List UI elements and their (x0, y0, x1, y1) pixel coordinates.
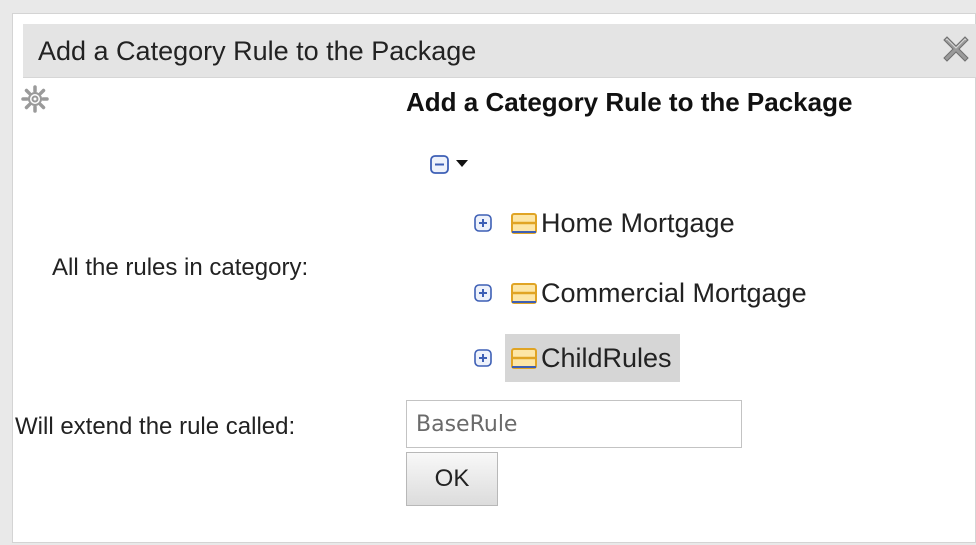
category-label: All the rules in category: (52, 254, 309, 281)
folder-icon (511, 348, 537, 369)
tree-item-label: Commercial Mortgage (541, 277, 807, 308)
dialog-heading: Add a Category Rule to the Package (406, 87, 853, 117)
ok-button[interactable]: OK (406, 452, 498, 506)
tree-root[interactable] (419, 150, 479, 180)
tree-item-label: Home Mortgage (541, 207, 735, 238)
folder-icon (511, 213, 537, 234)
caret-down-icon (456, 160, 468, 167)
tree-item-label: ChildRules (541, 342, 672, 373)
close-icon[interactable] (939, 32, 973, 66)
tree-item-home-mortgage[interactable]: Home Mortgage (473, 200, 743, 246)
gear-icon (20, 84, 50, 114)
dialog-title: Add a Category Rule to the Package (38, 36, 477, 66)
tree-item-childrules[interactable]: ChildRules (473, 334, 680, 382)
extend-rule-label: Will extend the rule called: (15, 413, 296, 440)
expand-icon[interactable] (473, 348, 493, 368)
expand-icon[interactable] (473, 283, 493, 303)
expand-icon[interactable] (473, 213, 493, 233)
tree-item-commercial-mortgage[interactable]: Commercial Mortgage (473, 270, 815, 316)
dialog-titlebar[interactable]: Add a Category Rule to the Package (23, 24, 976, 78)
collapse-icon (430, 155, 449, 174)
extend-rule-input[interactable] (406, 400, 742, 448)
folder-icon (511, 283, 537, 304)
